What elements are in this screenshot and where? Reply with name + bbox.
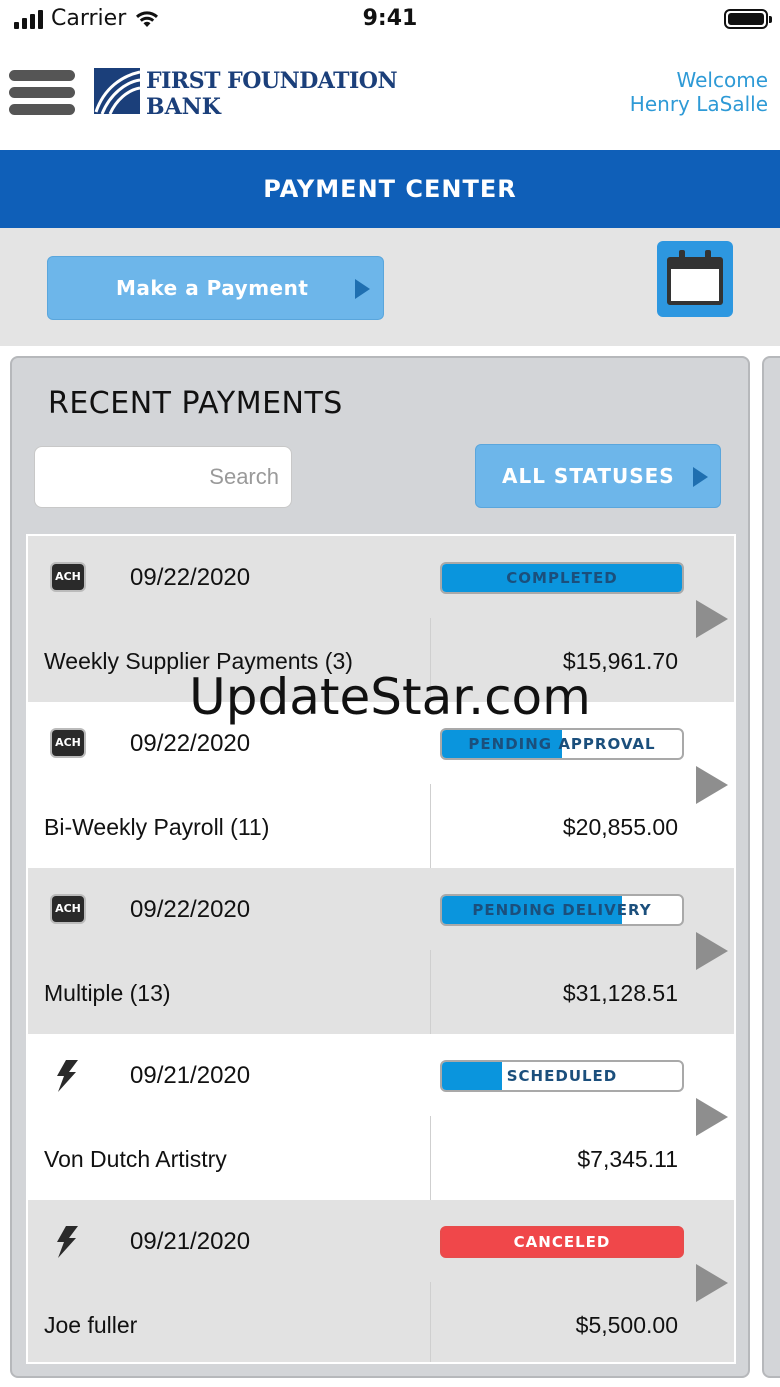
status-filter-label: ALL STATUSES <box>502 464 675 488</box>
status-badge: PENDING APPROVAL <box>440 728 684 760</box>
status-badge: COMPLETED <box>440 562 684 594</box>
payment-amount: $5,500.00 <box>575 1312 678 1338</box>
row-divider <box>430 950 431 1034</box>
status-badge-label: PENDING APPROVAL <box>468 735 656 753</box>
status-badge: SCHEDULED <box>440 1060 684 1092</box>
logo-text-line1: FIRST FOUNDATION <box>146 68 398 94</box>
status-badge-label: COMPLETED <box>506 569 618 587</box>
bank-logo: FIRST FOUNDATION BANK <box>94 68 398 120</box>
play-arrow-icon <box>355 279 370 299</box>
chevron-right-icon[interactable] <box>696 1264 728 1302</box>
welcome-label: Welcome <box>676 68 768 92</box>
status-badge: PENDING DELIVERY <box>440 894 684 926</box>
battery-icon <box>724 9 772 29</box>
payment-date: 09/22/2020 <box>130 730 251 757</box>
chevron-right-icon[interactable] <box>696 1098 728 1136</box>
calendar-ring-icon <box>705 250 711 264</box>
payment-date: 09/21/2020 <box>130 1062 251 1089</box>
payment-name: Bi-Weekly Payroll (11) <box>44 814 270 840</box>
payment-date: 09/21/2020 <box>130 1228 251 1255</box>
ach-icon: ACH <box>52 896 84 922</box>
row-divider <box>430 1282 431 1362</box>
payment-amount: $15,961.70 <box>562 648 678 674</box>
bank-logo-mark-icon <box>94 68 140 114</box>
row-divider <box>430 618 431 702</box>
payment-row[interactable]: 09/21/2020 CANCELED Joe fuller $5,500.00 <box>28 1200 734 1362</box>
payment-row[interactable]: ACH 09/22/2020 PENDING APPROVAL Bi-Weekl… <box>28 702 734 868</box>
payment-date: 09/22/2020 <box>130 896 251 923</box>
page-title: PAYMENT CENTER <box>263 175 517 203</box>
status-badge: CANCELED <box>440 1226 684 1258</box>
logo-text-line2: BANK <box>146 94 221 120</box>
payment-name: Joe fuller <box>44 1312 138 1338</box>
ach-icon: ACH <box>52 564 84 590</box>
ach-icon: ACH <box>52 730 84 756</box>
row-divider <box>430 784 431 868</box>
lightning-icon <box>57 1060 78 1092</box>
status-badge-label: SCHEDULED <box>506 1067 618 1085</box>
status-bar: Carrier 9:41 <box>0 0 780 40</box>
clock: 9:41 <box>362 6 418 31</box>
make-payment-label: Make a Payment <box>116 276 309 300</box>
play-arrow-icon <box>693 467 708 487</box>
status-filter-button[interactable]: ALL STATUSES <box>475 444 721 508</box>
payment-row[interactable]: ACH 09/22/2020 COMPLETED Weekly Supplier… <box>28 536 734 702</box>
calendar-button[interactable] <box>657 241 733 317</box>
chevron-right-icon[interactable] <box>696 932 728 970</box>
chevron-right-icon[interactable] <box>696 766 728 804</box>
payment-row[interactable]: 09/21/2020 SCHEDULED Von Dutch Artistry … <box>28 1034 734 1200</box>
row-divider <box>430 1116 431 1200</box>
hamburger-menu-icon[interactable] <box>9 70 75 116</box>
payment-amount: $20,855.00 <box>562 814 678 840</box>
welcome-message: Welcome Henry LaSalle <box>630 68 768 116</box>
user-name: Henry LaSalle <box>629 92 768 116</box>
recent-payments-title: RECENT PAYMENTS <box>48 386 343 421</box>
payment-amount: $7,345.11 <box>577 1146 678 1172</box>
calendar-ring-icon <box>679 250 685 264</box>
page-title-bar: PAYMENT CENTER <box>0 150 780 228</box>
status-badge-label: CANCELED <box>513 1233 611 1251</box>
action-bar: Make a Payment <box>0 228 780 346</box>
make-payment-button[interactable]: Make a Payment <box>47 256 384 320</box>
app-header: FIRST FOUNDATION BANK Welcome Henry LaSa… <box>0 40 780 150</box>
chevron-right-icon[interactable] <box>696 600 728 638</box>
search-input[interactable] <box>34 446 292 508</box>
lightning-icon <box>57 1226 78 1258</box>
calendar-icon <box>667 257 723 305</box>
status-badge-label: PENDING DELIVERY <box>472 901 652 919</box>
payment-row[interactable]: ACH 09/22/2020 PENDING DELIVERY Multiple… <box>28 868 734 1034</box>
payment-amount: $31,128.51 <box>562 980 678 1006</box>
payment-name: Weekly Supplier Payments (3) <box>44 648 353 674</box>
payments-list: ACH 09/22/2020 COMPLETED Weekly Supplier… <box>26 534 736 1364</box>
payment-name: Multiple (13) <box>44 980 171 1006</box>
next-panel-edge[interactable] <box>762 356 780 1378</box>
payment-name: Von Dutch Artistry <box>44 1146 227 1172</box>
recent-payments-panel: RECENT PAYMENTS ALL STATUSES ACH 09/22/2… <box>10 356 750 1378</box>
payment-date: 09/22/2020 <box>130 564 251 591</box>
